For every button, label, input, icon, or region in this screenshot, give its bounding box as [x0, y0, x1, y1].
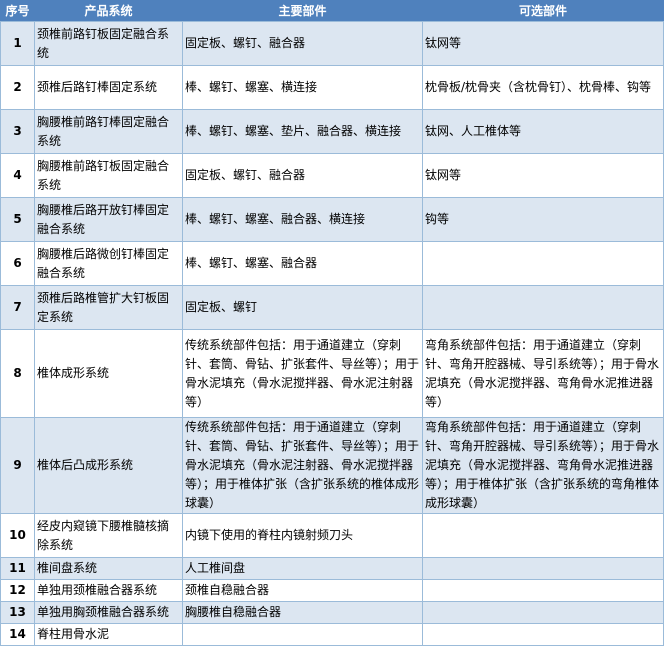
- optional-parts-cell: [422, 513, 664, 558]
- optional-parts-cell: 钛网等: [422, 21, 664, 66]
- header-system: 产品系统: [34, 0, 183, 22]
- table-row: 4 胸腰椎前路钉板固定融合系统 固定板、螺钉、融合器 钛网等: [0, 153, 664, 198]
- row-number: 3: [0, 109, 35, 154]
- optional-parts-cell: [422, 557, 664, 580]
- product-system-cell: 脊柱用骨水泥: [34, 623, 183, 646]
- table-row: 9 椎体后凸成形系统 传统系统部件包括：用于通道建立（穿刺针、套筒、骨钻、扩张套件、…: [0, 417, 664, 514]
- product-system-cell: 颈椎后路钉棒固定系统: [34, 65, 183, 110]
- main-parts-cell: 传统系统部件包括：用于通道建立（穿刺针、套筒、骨钻、扩张套件、导丝等）；用于骨水…: [182, 329, 423, 418]
- header-main-parts: 主要部件: [182, 0, 423, 22]
- product-system-cell: 胸腰椎后路微创钉棒固定融合系统: [34, 241, 183, 286]
- table-row: 5 胸腰椎后路开放钉棒固定融合系统 棒、螺钉、螺塞、融合器、横连接 钩等: [0, 197, 664, 242]
- row-number: 7: [0, 285, 35, 330]
- row-number: 8: [0, 329, 35, 418]
- main-parts-cell: 固定板、螺钉: [182, 285, 423, 330]
- product-system-cell: 椎间盘系统: [34, 557, 183, 580]
- optional-parts-cell: 钛网等: [422, 153, 664, 198]
- product-system-cell: 颈椎后路椎管扩大钉板固定系统: [34, 285, 183, 330]
- row-number: 9: [0, 417, 35, 514]
- product-system-cell: 经皮内窥镜下腰椎髓核摘除系统: [34, 513, 183, 558]
- table-row: 11 椎间盘系统 人工椎间盘: [0, 557, 664, 580]
- main-parts-cell: 固定板、螺钉、融合器: [182, 21, 423, 66]
- optional-parts-cell: [422, 241, 664, 286]
- table-header-row: 序号 产品系统 主要部件 可选部件: [0, 0, 664, 22]
- row-number: 5: [0, 197, 35, 242]
- row-number: 4: [0, 153, 35, 198]
- row-number: 6: [0, 241, 35, 286]
- main-parts-cell: 棒、螺钉、螺塞、横连接: [182, 65, 423, 110]
- row-number: 2: [0, 65, 35, 110]
- optional-parts-cell: [422, 623, 664, 646]
- product-system-cell: 胸腰椎后路开放钉棒固定融合系统: [34, 197, 183, 242]
- main-parts-cell: 人工椎间盘: [182, 557, 423, 580]
- main-parts-cell: 棒、螺钉、螺塞、融合器: [182, 241, 423, 286]
- optional-parts-cell: 弯角系统部件包括：用于通道建立（穿刺针、弯角开腔器械、导引系统等）；用于骨水泥填…: [422, 329, 664, 418]
- row-number: 1: [0, 21, 35, 66]
- row-number: 12: [0, 579, 35, 602]
- row-number: 14: [0, 623, 35, 646]
- table-row: 6 胸腰椎后路微创钉棒固定融合系统 棒、螺钉、螺塞、融合器: [0, 241, 664, 286]
- table-row: 10 经皮内窥镜下腰椎髓核摘除系统 内镜下使用的脊柱内镜射频刀头: [0, 513, 664, 558]
- row-number: 13: [0, 601, 35, 624]
- table-row: 8 椎体成形系统 传统系统部件包括：用于通道建立（穿刺针、套筒、骨钻、扩张套件、导丝…: [0, 329, 664, 418]
- product-system-cell: 单独用颈椎融合器系统: [34, 579, 183, 602]
- table-row: 3 胸腰椎前路钉棒固定融合系统 棒、螺钉、螺塞、垫片、融合器、横连接 钛网、人工椎体等: [0, 109, 664, 154]
- product-system-cell: 椎体成形系统: [34, 329, 183, 418]
- table-row: 1 颈椎前路钉板固定融合系统 固定板、螺钉、融合器 钛网等: [0, 21, 664, 66]
- main-parts-cell: 胸腰椎自稳融合器: [182, 601, 423, 624]
- main-parts-cell: [182, 623, 423, 646]
- optional-parts-cell: [422, 285, 664, 330]
- optional-parts-cell: 弯角系统部件包括：用于通道建立（穿刺针、弯角开腔器械、导引系统等）；用于骨水泥填…: [422, 417, 664, 514]
- product-system-table: 序号 产品系统 主要部件 可选部件 1 颈椎前路钉板固定融合系统 固定板、螺钉、融合…: [0, 0, 664, 646]
- main-parts-cell: 固定板、螺钉、融合器: [182, 153, 423, 198]
- main-parts-cell: 传统系统部件包括：用于通道建立（穿刺针、套筒、骨钻、扩张套件、导丝等）；用于骨水…: [182, 417, 423, 514]
- header-optional-parts: 可选部件: [422, 0, 664, 22]
- optional-parts-cell: [422, 601, 664, 624]
- optional-parts-cell: 钛网、人工椎体等: [422, 109, 664, 154]
- table-row: 13 单独用胸颈椎融合器系统 胸腰椎自稳融合器: [0, 601, 664, 624]
- table-row: 2 颈椎后路钉棒固定系统 棒、螺钉、螺塞、横连接 枕骨板/枕骨夹（含枕骨钉）、枕骨棒、…: [0, 65, 664, 110]
- optional-parts-cell: [422, 579, 664, 602]
- product-system-cell: 单独用胸颈椎融合器系统: [34, 601, 183, 624]
- product-system-cell: 椎体后凸成形系统: [34, 417, 183, 514]
- product-system-cell: 胸腰椎前路钉板固定融合系统: [34, 153, 183, 198]
- row-number: 10: [0, 513, 35, 558]
- main-parts-cell: 颈椎自稳融合器: [182, 579, 423, 602]
- table-row: 14 脊柱用骨水泥: [0, 623, 664, 646]
- optional-parts-cell: 枕骨板/枕骨夹（含枕骨钉）、枕骨棒、钩等: [422, 65, 664, 110]
- main-parts-cell: 棒、螺钉、螺塞、融合器、横连接: [182, 197, 423, 242]
- optional-parts-cell: 钩等: [422, 197, 664, 242]
- table-row: 7 颈椎后路椎管扩大钉板固定系统 固定板、螺钉: [0, 285, 664, 330]
- row-number: 11: [0, 557, 35, 580]
- table-body: 1 颈椎前路钉板固定融合系统 固定板、螺钉、融合器 钛网等 2 颈椎后路钉棒固定系统 棒、螺…: [0, 21, 664, 646]
- table-row: 12 单独用颈椎融合器系统 颈椎自稳融合器: [0, 579, 664, 602]
- main-parts-cell: 棒、螺钉、螺塞、垫片、融合器、横连接: [182, 109, 423, 154]
- main-parts-cell: 内镜下使用的脊柱内镜射频刀头: [182, 513, 423, 558]
- header-no: 序号: [0, 0, 35, 22]
- product-system-cell: 颈椎前路钉板固定融合系统: [34, 21, 183, 66]
- product-system-cell: 胸腰椎前路钉棒固定融合系统: [34, 109, 183, 154]
